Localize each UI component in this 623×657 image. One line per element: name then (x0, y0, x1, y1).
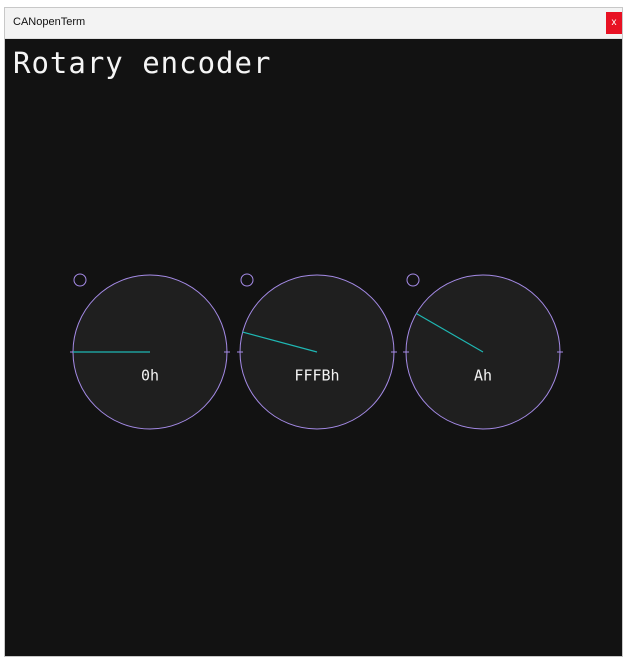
encoder-1-indicator-icon (73, 273, 87, 287)
close-button[interactable]: x (606, 12, 622, 34)
title-bar[interactable]: CANopenTerm x (5, 8, 622, 39)
rotary-encoders: 0h FFFBh Ah (70, 273, 563, 430)
encoder-1-value: 0h (141, 367, 159, 385)
window-title: CANopenTerm (13, 16, 86, 28)
encoder-layer: 0h FFFBh Ah (70, 273, 563, 430)
encoder-2-value: FFFBh (294, 367, 339, 385)
encoder-canvas: Rotary encoder 0h FFFBh Ah (5, 39, 622, 656)
encoder-3-value: Ah (474, 367, 492, 385)
encoder-2-indicator-icon (240, 273, 254, 287)
encoder-2[interactable]: FFFBh (237, 273, 397, 430)
encoder-1[interactable]: 0h (70, 273, 230, 430)
encoder-3-indicator-icon (406, 273, 420, 287)
encoder-3[interactable]: Ah (403, 273, 563, 430)
app-window: CANopenTerm x Rotary encoder 0h FFFBh Ah (4, 7, 623, 657)
